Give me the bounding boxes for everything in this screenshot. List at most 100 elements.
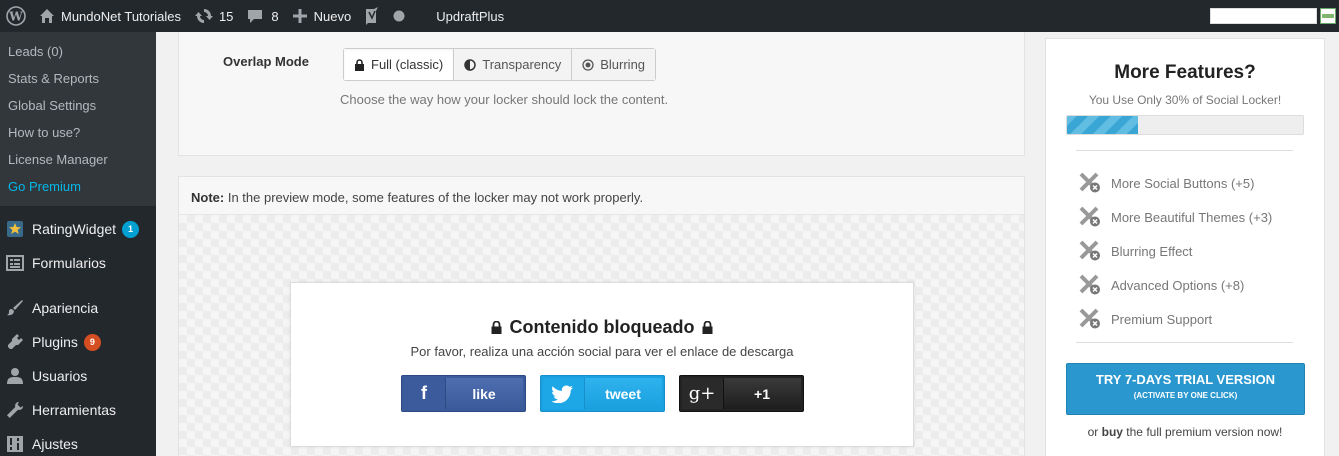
star-icon [5, 219, 25, 239]
submenu-item-global-settings[interactable]: Global Settings [0, 92, 156, 119]
sidebar-item-usuarios[interactable]: Usuarios [0, 359, 156, 393]
yoast-seo-icon[interactable] [358, 0, 386, 32]
twitter-tweet-button[interactable]: tweet [539, 375, 665, 412]
new-content-link[interactable]: Nuevo [286, 0, 359, 32]
wrench-icon [5, 400, 25, 420]
sidebar-item-label: Plugins [32, 334, 78, 350]
lock-icon [355, 58, 364, 71]
updraftplus-link[interactable]: UpdraftPlus [412, 0, 511, 32]
home-icon [40, 9, 54, 23]
admin-search-input[interactable] [1210, 8, 1317, 24]
sidebar-item-ratingwidget[interactable]: RatingWidget 1 [0, 212, 156, 246]
form-icon [5, 253, 25, 273]
footer-pre: or [1087, 425, 1102, 439]
google-plus-one-label: +1 [723, 378, 801, 409]
plugin-updates-badge: 9 [83, 333, 101, 351]
cross-icon [1078, 240, 1102, 262]
features-subtitle: You Use Only 30% of Social Locker! [1088, 93, 1282, 107]
submenu-item-leads[interactable]: Leads (0) [0, 38, 156, 65]
usage-progress-bar [1066, 115, 1304, 135]
feature-item: More Social Buttons (+5) [1078, 166, 1272, 200]
twitter-bird-icon [542, 378, 585, 409]
feature-label: Blurring Effect [1111, 243, 1193, 259]
option-label: Full (classic) [371, 57, 444, 72]
sidebar-item-ajustes[interactable]: Ajustes [0, 427, 156, 456]
more-features-panel: More Features? You Use Only 30% of Socia… [1045, 38, 1325, 456]
buy-link[interactable]: buy [1102, 425, 1123, 439]
feature-label: More Beautiful Themes (+3) [1111, 209, 1273, 225]
plus-icon [292, 9, 307, 23]
features-list: More Social Buttons (+5) More Beautiful … [1078, 166, 1272, 336]
sidebar-item-label: Apariencia [32, 300, 99, 316]
svg-text:W: W [8, 10, 23, 24]
half-circle-icon [464, 58, 476, 71]
comments-link[interactable]: 8 [240, 0, 285, 32]
updates-icon [194, 9, 213, 23]
footer-post: the full premium version now! [1122, 425, 1283, 439]
wordpress-logo-icon[interactable]: W [0, 0, 32, 32]
sidebar-item-apariencia[interactable]: Apariencia [0, 291, 156, 325]
preview-note: Note: In the preview mode, some features… [179, 177, 1024, 215]
facebook-like-label: like [445, 378, 523, 409]
comments-count: 8 [271, 8, 279, 24]
status-dot-icon[interactable] [386, 0, 412, 32]
cta-small-label: (ACTIVATE BY ONE CLICK) [1133, 391, 1238, 400]
feature-item: Advanced Options (+8) [1078, 268, 1272, 302]
settings-sliders-icon [5, 434, 25, 454]
feature-label: Premium Support [1111, 311, 1213, 327]
feature-item: Premium Support [1078, 302, 1272, 336]
locker-preview-panel: Note: In the preview mode, some features… [178, 176, 1025, 456]
try-trial-button[interactable]: TRY 7-DAYS TRIAL VERSION (ACTIVATE BY ON… [1066, 363, 1305, 415]
updraftplus-label: UpdraftPlus [436, 8, 505, 24]
comment-icon [248, 10, 263, 23]
site-name-link[interactable]: MundoNet Tutoriales [32, 0, 188, 32]
new-label: Nuevo [313, 8, 352, 24]
social-locker-box: Contenido bloqueado Por favor, realiza u… [290, 282, 914, 447]
social-locker-submenu: Leads (0) Stats & Reports Global Setting… [0, 32, 156, 206]
submenu-item-stats[interactable]: Stats & Reports [0, 65, 156, 92]
sidebar-item-herramientas[interactable]: Herramientas [0, 393, 156, 427]
option-label: Blurring [600, 57, 646, 72]
overlap-option-full-classic[interactable]: Full (classic) [344, 49, 455, 80]
submenu-item-license-manager[interactable]: License Manager [0, 146, 156, 173]
twitter-tweet-label: tweet [584, 378, 662, 409]
plugin-icon [5, 332, 25, 352]
overlap-option-transparency[interactable]: Transparency [454, 49, 573, 80]
cross-icon [1078, 308, 1102, 330]
site-name: MundoNet Tutoriales [61, 8, 181, 24]
sidebar-item-label: RatingWidget [32, 221, 117, 237]
cta-main-label: TRY 7-DAYS TRIAL VERSION [1095, 372, 1276, 387]
notification-badge: 1 [122, 220, 140, 238]
sidebar-item-label: Usuarios [32, 368, 88, 384]
facebook-icon: f [403, 378, 446, 409]
note-label: Note: [191, 190, 225, 205]
updates-link[interactable]: 15 [188, 0, 240, 32]
overlap-option-blurring[interactable]: Blurring [572, 49, 656, 80]
facebook-like-button[interactable]: f like [400, 375, 526, 412]
cross-icon [1078, 206, 1102, 228]
locker-title: Contenido bloqueado [291, 317, 913, 338]
sidebar-item-label: Herramientas [32, 402, 117, 418]
user-icon [5, 366, 25, 386]
submenu-item-go-premium[interactable]: Go Premium [0, 173, 156, 200]
overlap-mode-label: Overlap Mode [223, 54, 309, 69]
features-title: More Features? [1114, 62, 1256, 83]
preview-background: Contenido bloqueado Por favor, realiza u… [179, 215, 1024, 456]
overlap-mode-selector: Full (classic) Transparency Blurring [343, 48, 657, 81]
google-plus-one-button[interactable]: g+ +1 [678, 375, 804, 412]
divider [1076, 342, 1293, 343]
lock-icon [702, 321, 713, 334]
blur-icon [582, 58, 594, 71]
locker-subtitle: Por favor, realiza una acción social par… [410, 344, 794, 359]
sidebar-item-formularios[interactable]: Formularios [0, 246, 156, 280]
google-plus-icon: g+ [681, 378, 724, 409]
cross-icon [1078, 274, 1102, 296]
sidebar-item-plugins[interactable]: Plugins 9 [0, 325, 156, 359]
usage-progress-fill [1067, 116, 1138, 134]
avatar[interactable] [1320, 8, 1336, 24]
locker-title-text: Contenido bloqueado [509, 317, 695, 337]
submenu-item-how-to-use[interactable]: How to use? [0, 119, 156, 146]
cross-icon [1078, 172, 1102, 194]
social-buttons: f like tweet g+ +1 [291, 375, 913, 412]
feature-item: More Beautiful Themes (+3) [1078, 200, 1272, 234]
